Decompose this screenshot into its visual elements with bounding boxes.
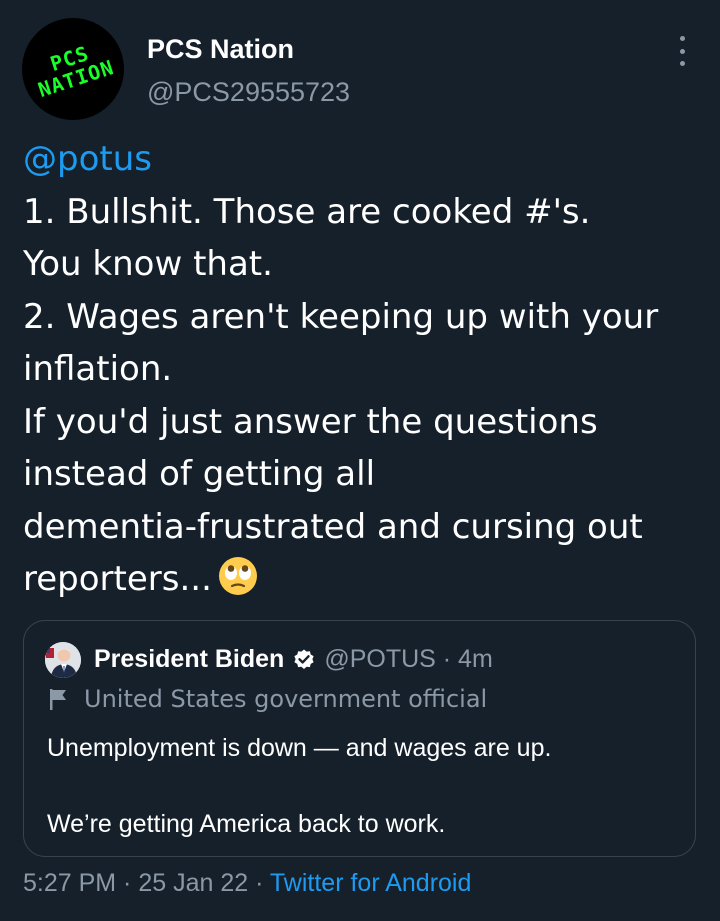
source-link[interactable]: Twitter for Android (270, 869, 471, 897)
face-with-rolling-eyes-emoji (218, 557, 257, 595)
person-icon (45, 642, 81, 678)
government-label: United States government official (48, 685, 487, 713)
more-vertical-icon[interactable] (668, 36, 696, 66)
quoted-author-handle[interactable]: @POTUS · 4m (324, 645, 492, 674)
quoted-header: President Biden @POTUS · 4m (94, 645, 493, 674)
quoted-paragraph: Unemployment is down — and wages are up. (47, 734, 552, 762)
tweet-last-line: reporters... (23, 553, 713, 606)
flag-icon (50, 689, 66, 710)
author-avatar[interactable]: PCS NATION (22, 18, 124, 120)
government-label-text: United States government official (84, 685, 488, 713)
tweet-line: reporters... (23, 559, 212, 599)
tweet-text: @potus 1. Bullshit. Those are cooked #'s… (23, 133, 713, 606)
avatar-logo: PCS NATION (22, 18, 124, 120)
tweet-line: If you'd just answer the questions (23, 401, 598, 442)
tweet-line: You know that. (23, 244, 273, 284)
tweet-meta: 5:27 PM · 25 Jan 22 · Twitter for Androi… (23, 869, 471, 898)
tweet-line: 2. Wages aren't keeping up with your (23, 296, 659, 337)
quoted-author-avatar[interactable] (45, 642, 81, 678)
author-handle[interactable]: @PCS29555723 (147, 77, 350, 108)
tweet-line: 1. Bullshit. Those are cooked #'s. (23, 191, 591, 232)
tweet-line: dementia-frustrated and cursing out (23, 506, 643, 547)
quoted-tweet-text: Unemployment is down — and wages are up.… (47, 729, 677, 843)
tweet-line: instead of getting all (23, 454, 376, 494)
quoted-tweet-card[interactable]: President Biden @POTUS · 4m United State… (23, 620, 696, 857)
quoted-paragraph: We’re getting America back to work. (47, 810, 446, 838)
mention-link[interactable]: @potus (23, 133, 713, 186)
tweet-line: inflation. (23, 349, 173, 389)
verified-badge-icon (294, 649, 314, 669)
timestamp[interactable]: 5:27 PM · 25 Jan 22 · (23, 869, 270, 897)
quoted-author-name[interactable]: President Biden (94, 645, 284, 674)
author-name[interactable]: PCS Nation (147, 34, 294, 65)
